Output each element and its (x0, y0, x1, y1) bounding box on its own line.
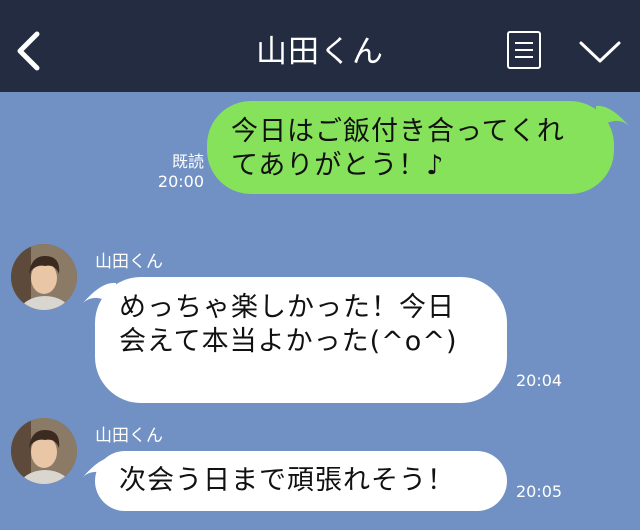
chat-title: 山田くん (256, 34, 384, 70)
avatar-image (11, 244, 77, 310)
message-text: 次会う日まで頑張れそう！ (119, 465, 455, 496)
chevron-down-icon[interactable] (578, 40, 622, 64)
sender-name: 山田くん (95, 426, 163, 446)
avatar-image (11, 418, 77, 484)
menu-icon[interactable] (507, 31, 541, 69)
sender-name: 山田くん (95, 252, 163, 272)
message-bubble-outgoing[interactable]: 今日はご飯付き合ってくれてありがとう！♪ (207, 101, 614, 194)
message-text: 今日はご飯付き合ってくれてありがとう！♪ (231, 116, 565, 181)
avatar[interactable] (11, 418, 77, 484)
message-time: 20:05 (516, 482, 563, 501)
read-label: 既読 (171, 152, 204, 171)
message-text: めっちゃ楽しかった！今日会えて本当よかった(^o^) (119, 292, 458, 357)
message-bubble-incoming[interactable]: 次会う日まで頑張れそう！ (95, 451, 507, 511)
chat-header: 山田くん (0, 0, 640, 92)
message-time: 20:04 (516, 371, 563, 390)
read-receipt: 既読 20:00 (140, 152, 204, 192)
message-time: 20:00 (157, 172, 204, 191)
chevron-left-icon[interactable] (14, 30, 42, 72)
message-bubble-incoming[interactable]: めっちゃ楽しかった！今日会えて本当よかった(^o^) (95, 277, 507, 403)
avatar[interactable] (11, 244, 77, 310)
